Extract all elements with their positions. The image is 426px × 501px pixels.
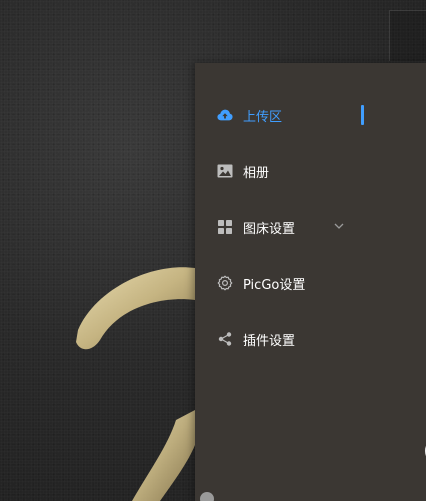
gear-icon [217,275,233,291]
info-icon[interactable] [200,492,214,501]
sidebar-item-label: 相册 [243,165,270,181]
sidebar-item-label: 图床设置 [243,221,296,237]
sidebar-item-label: PicGo设置 [243,277,306,293]
window-edge [389,10,426,61]
sidebar-item-plugin-settings[interactable]: 插件设置 [195,319,426,359]
grid-icon [217,219,233,235]
sidebar-item-picgo-settings[interactable]: PicGo设置 [195,263,426,303]
sidebar-item-gallery[interactable]: 相册 [195,151,426,191]
chevron-down-icon [334,223,344,229]
active-indicator [361,105,364,125]
sidebar-item-picbed-settings[interactable]: 图床设置 [195,207,426,247]
sidebar-item-label: 上传区 [243,109,283,125]
sidebar-item-upload[interactable]: 上传区 [195,95,426,135]
sidebar-menu: 上传区 相册 图床设置 PicGo设置 插件设置 [195,63,426,501]
sidebar-item-label: 插件设置 [243,333,296,349]
image-icon [217,163,233,179]
share-icon [217,331,233,347]
app-window: 上传区 相册 图床设置 PicGo设置 插件设置 [0,0,426,501]
cloud-upload-icon [217,107,233,123]
